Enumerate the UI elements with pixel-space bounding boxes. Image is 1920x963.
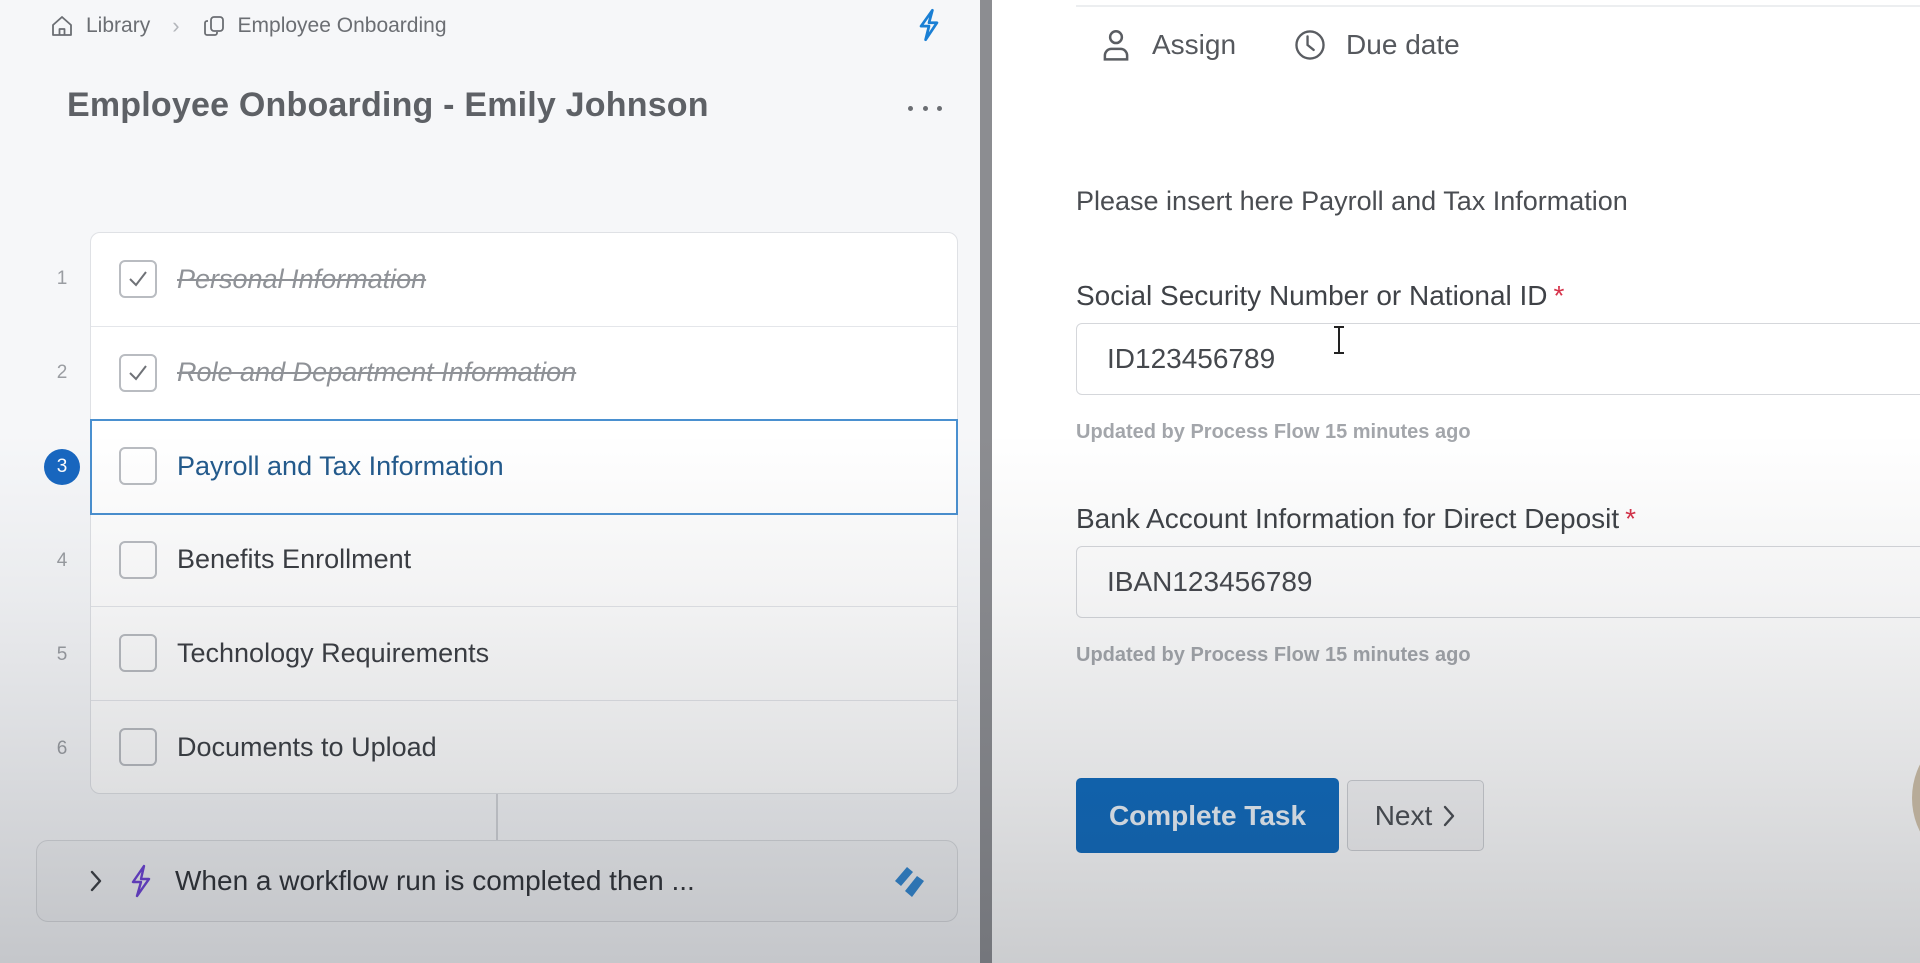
ssn-field-label: Social Security Number or National ID *: [1076, 280, 1564, 312]
checkmark-icon: [129, 365, 147, 381]
task-row-personal-information[interactable]: Personal Information: [91, 233, 957, 327]
due-date-label: Due date: [1346, 29, 1460, 60]
task-instructions: Please insert here Payroll and Tax Infor…: [1076, 186, 1628, 216]
task-row-role-department[interactable]: Role and Department Information: [91, 327, 957, 420]
breadcrumb-workflow[interactable]: Employee Onboarding: [202, 14, 447, 38]
pane-resize-handle[interactable]: [980, 0, 992, 963]
task-checkbox[interactable]: [119, 728, 157, 767]
checkmark-icon: [129, 271, 147, 287]
dot: [937, 105, 942, 111]
checklist-pane: Library › Employee Onboarding Employee O…: [0, 0, 980, 963]
task-row-documents-upload[interactable]: Documents to Upload: [91, 701, 957, 795]
bank-account-input[interactable]: [1076, 546, 1920, 618]
task-checkbox[interactable]: [119, 540, 157, 579]
task-label: Role and Department Information: [177, 357, 577, 388]
next-label: Next: [1374, 799, 1433, 831]
breadcrumb-library[interactable]: Library: [50, 14, 150, 38]
assign-label: Assign: [1152, 29, 1237, 60]
step-number: 1: [56, 268, 68, 289]
required-asterisk: *: [1625, 503, 1637, 534]
chevron-right-icon: ›: [172, 13, 180, 38]
task-label: Payroll and Tax Information: [177, 450, 504, 481]
next-button[interactable]: Next: [1347, 780, 1484, 851]
page-title: Employee Onboarding - Emily Johnson: [67, 86, 709, 124]
dot: [908, 105, 913, 111]
bank-label-text: Bank Account Information for Direct Depo…: [1076, 503, 1620, 534]
header-divider: [1076, 5, 1920, 7]
bank-field-label: Bank Account Information for Direct Depo…: [1076, 503, 1636, 535]
task-label: Personal Information: [177, 263, 427, 294]
copy-icon: [203, 16, 224, 36]
due-date-button[interactable]: Due date: [1294, 28, 1460, 62]
required-asterisk: *: [1553, 280, 1565, 311]
step-number: 4: [56, 550, 68, 571]
breadcrumb-workflow-label: Employee Onboarding: [237, 14, 447, 37]
task-actions: Assign Due date: [1100, 28, 1518, 62]
breadcrumb-library-label: Library: [86, 14, 151, 37]
task-checkbox-checked[interactable]: [119, 353, 157, 392]
step-number: 2: [56, 362, 68, 383]
lightning-bolt-icon: [131, 864, 151, 898]
chevron-right-icon: [1444, 805, 1455, 826]
task-row-payroll-tax[interactable]: Payroll and Tax Information: [90, 419, 958, 515]
task-row-benefits-enrollment[interactable]: Benefits Enrollment: [91, 514, 957, 607]
step-number: 5: [56, 644, 68, 665]
process-street-logo-icon: [895, 867, 924, 897]
ssn-updated-note: Updated by Process Flow 15 minutes ago: [1076, 421, 1471, 443]
more-options-button[interactable]: [908, 96, 942, 120]
user-icon: [1103, 30, 1129, 61]
home-icon: [52, 16, 72, 36]
dot: [922, 105, 928, 111]
task-checkbox[interactable]: [119, 634, 157, 673]
breadcrumb: Library › Employee Onboarding: [50, 10, 447, 42]
task-checkbox[interactable]: [119, 447, 157, 486]
complete-task-button[interactable]: Complete Task: [1076, 778, 1339, 853]
step-numbers: 1 2 3 4 5 6: [40, 232, 84, 796]
lightning-bolt-icon[interactable]: [915, 8, 943, 42]
step-number-active: 3: [40, 420, 84, 514]
task-list: Personal Information Role and Department…: [90, 232, 958, 794]
workflow-automation-text: When a workflow run is completed then ..…: [175, 865, 695, 896]
task-row-technology-requirements[interactable]: Technology Requirements: [91, 607, 957, 701]
assign-button[interactable]: Assign: [1100, 28, 1236, 62]
task-checkbox-checked[interactable]: [119, 260, 157, 299]
clock-icon: [1295, 30, 1325, 60]
task-label: Documents to Upload: [177, 731, 437, 762]
step-number: 6: [56, 738, 68, 759]
connector-line: [496, 794, 498, 840]
workflow-automation-row[interactable]: When a workflow run is completed then ..…: [36, 840, 958, 922]
ssn-input[interactable]: [1076, 323, 1920, 395]
bank-updated-note: Updated by Process Flow 15 minutes ago: [1076, 644, 1471, 666]
task-label: Benefits Enrollment: [177, 544, 412, 575]
active-step-badge: 3: [44, 449, 80, 485]
chevron-right-icon[interactable]: [87, 868, 105, 894]
text-cursor-icon: [1334, 326, 1344, 354]
ssn-label-text: Social Security Number or National ID: [1076, 280, 1548, 311]
task-label: Technology Requirements: [177, 637, 490, 668]
